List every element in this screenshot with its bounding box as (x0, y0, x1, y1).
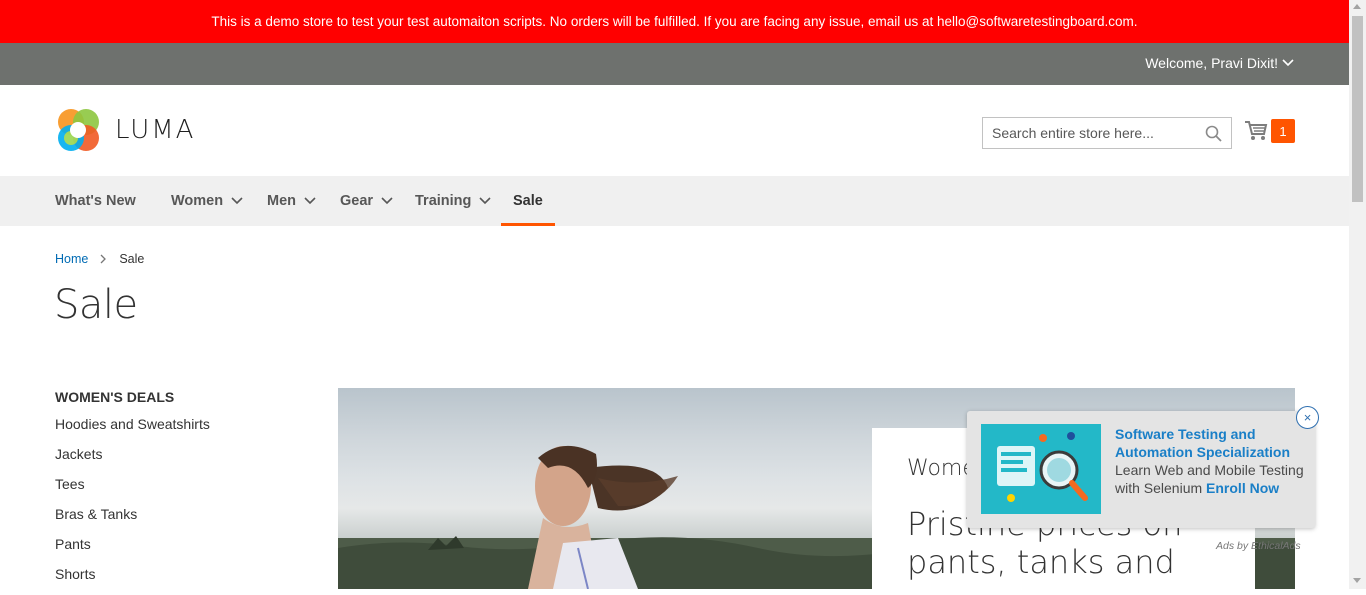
scroll-up-arrow-icon[interactable] (1353, 4, 1361, 9)
scroll-thumb[interactable] (1352, 16, 1363, 202)
sidebar-heading: WOMEN'S DEALS (55, 389, 175, 405)
sidebar-link-bras-tanks[interactable]: Bras & Tanks (55, 505, 295, 535)
nav-item-label: Gear (340, 193, 374, 209)
breadcrumb-current: Sale (119, 252, 145, 266)
sidebar-link-tees[interactable]: Tees (55, 475, 295, 505)
nav-item-whats-new[interactable]: What's New (55, 176, 136, 226)
close-icon: × (1303, 410, 1312, 425)
sidebar-link-jackets[interactable]: Jackets (55, 445, 295, 475)
nav-item-men[interactable]: Men (267, 176, 316, 226)
scroll-down-arrow-icon[interactable] (1353, 578, 1361, 583)
page-scrollbar[interactable] (1349, 0, 1366, 589)
breadcrumb-home-link[interactable]: Home (55, 252, 88, 266)
nav-item-label: Sale (513, 193, 543, 209)
ad-title[interactable]: Software Testing and Automation Speciali… (1115, 426, 1290, 460)
nav-item-gear[interactable]: Gear (340, 176, 393, 226)
chevron-down-icon (1282, 59, 1294, 67)
search-input[interactable] (992, 125, 1202, 141)
shopping-cart-icon (1245, 121, 1268, 140)
ad-illustration (981, 424, 1101, 514)
nav-item-women[interactable]: Women (171, 176, 243, 226)
chevron-right-icon (100, 254, 107, 264)
ethical-ad[interactable]: Software Testing and Automation Speciali… (967, 411, 1315, 528)
minicart-button[interactable]: 1 (1244, 119, 1295, 143)
sidebar-link-pants[interactable]: Pants (55, 535, 295, 565)
nav-item-label: Women (171, 193, 224, 209)
site-header: LUMA 1 (0, 85, 1349, 176)
nav-item-label: What's New (55, 193, 136, 209)
luma-logo-icon (58, 109, 99, 151)
logo-text: LUMA (115, 115, 196, 145)
ad-cta-link[interactable]: Enroll Now (1206, 480, 1279, 496)
sidebar-link-hoodies[interactable]: Hoodies and Sweatshirts (55, 415, 295, 445)
main-navigation: What's New Women Men Gear Training Sale (0, 176, 1349, 226)
nav-item-training[interactable]: Training (415, 176, 491, 226)
panel-header: Welcome, Pravi Dixit! (0, 43, 1349, 85)
chevron-down-icon (304, 197, 316, 205)
demo-notice-text: This is a demo store to test your test a… (211, 14, 1138, 29)
cart-count-badge: 1 (1271, 119, 1295, 143)
customer-welcome-menu[interactable]: Welcome, Pravi Dixit! (1145, 55, 1294, 71)
nav-item-label: Men (267, 193, 296, 209)
ad-text: Software Testing and Automation Speciali… (1115, 425, 1305, 497)
ad-attribution-link[interactable]: Ads by EthicalAds (1216, 540, 1301, 552)
ad-image[interactable] (981, 424, 1101, 514)
sidebar-link-shorts[interactable]: Shorts (55, 565, 295, 595)
sidebar-womens-deals: WOMEN'S DEALS Hoodies and Sweatshirts Ja… (55, 389, 295, 595)
breadcrumb: Home Sale (55, 252, 144, 266)
ad-close-button[interactable]: × (1296, 406, 1319, 429)
logo-link[interactable]: LUMA (55, 107, 195, 153)
welcome-text: Welcome, Pravi Dixit! (1145, 55, 1278, 71)
chevron-down-icon (231, 197, 243, 205)
nav-item-sale[interactable]: Sale (501, 176, 555, 226)
search-box (982, 117, 1232, 149)
page-title: Sale (54, 282, 138, 328)
nav-item-label: Training (415, 193, 472, 209)
search-icon[interactable] (1205, 125, 1222, 142)
chevron-down-icon (381, 197, 393, 205)
demo-notice-bar: This is a demo store to test your test a… (0, 0, 1349, 43)
chevron-down-icon (479, 197, 491, 205)
